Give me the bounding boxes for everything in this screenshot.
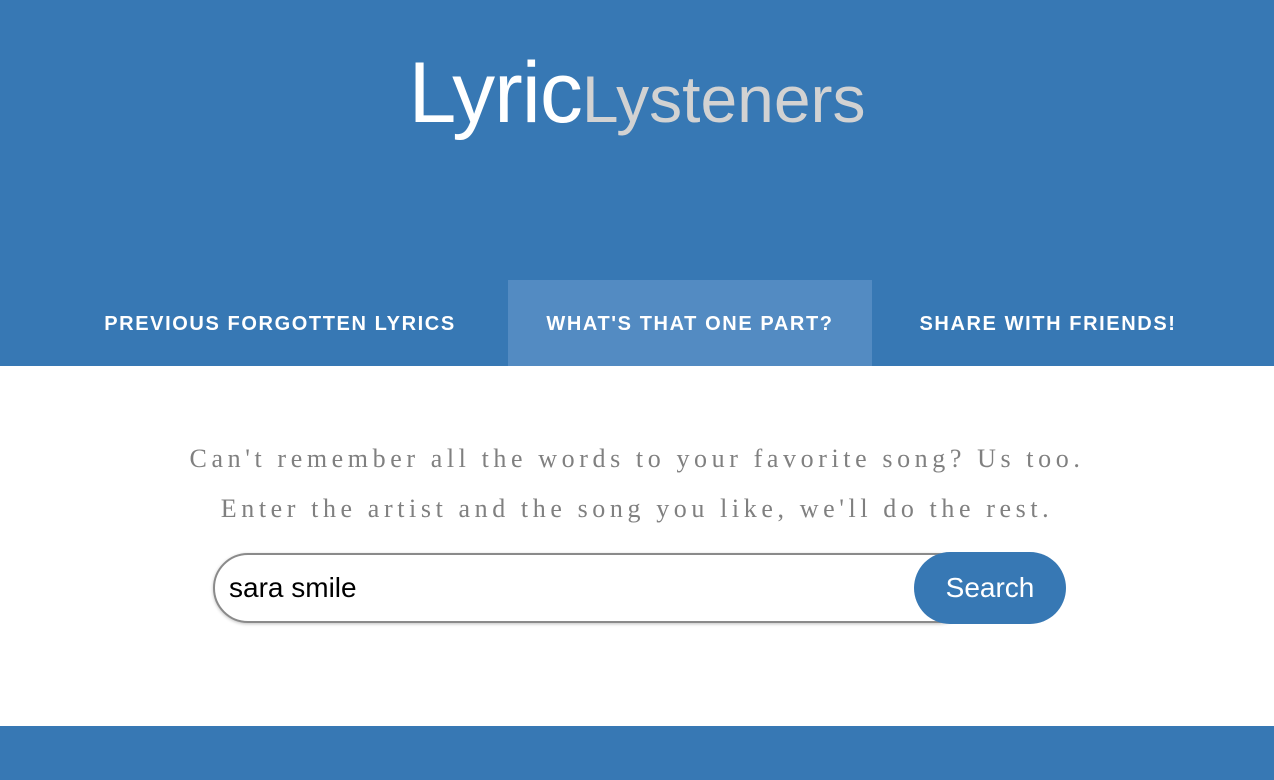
logo-lysteners: Lysteners [581,62,866,136]
site-header: LyricLysteners PREVIOUS FORGOTTEN LYRICS… [0,0,1274,366]
search-input[interactable] [213,553,973,623]
nav-share-with-friends[interactable]: SHARE WITH FRIENDS! [882,280,1214,366]
main-nav: PREVIOUS FORGOTTEN LYRICS WHAT'S THAT ON… [0,280,1274,366]
tagline-line-1: Can't remember all the words to your fav… [189,444,1085,473]
nav-previous-forgotten-lyrics[interactable]: PREVIOUS FORGOTTEN LYRICS [60,280,500,366]
site-footer [0,726,1274,780]
nav-whats-that-one-part[interactable]: WHAT'S THAT ONE PART? [508,280,872,366]
tagline-line-2: Enter the artist and the song you like, … [220,494,1054,523]
site-logo[interactable]: LyricLysteners [0,48,1274,144]
logo-lyric: Lyric [408,45,582,141]
search-button[interactable]: Search [914,552,1066,624]
